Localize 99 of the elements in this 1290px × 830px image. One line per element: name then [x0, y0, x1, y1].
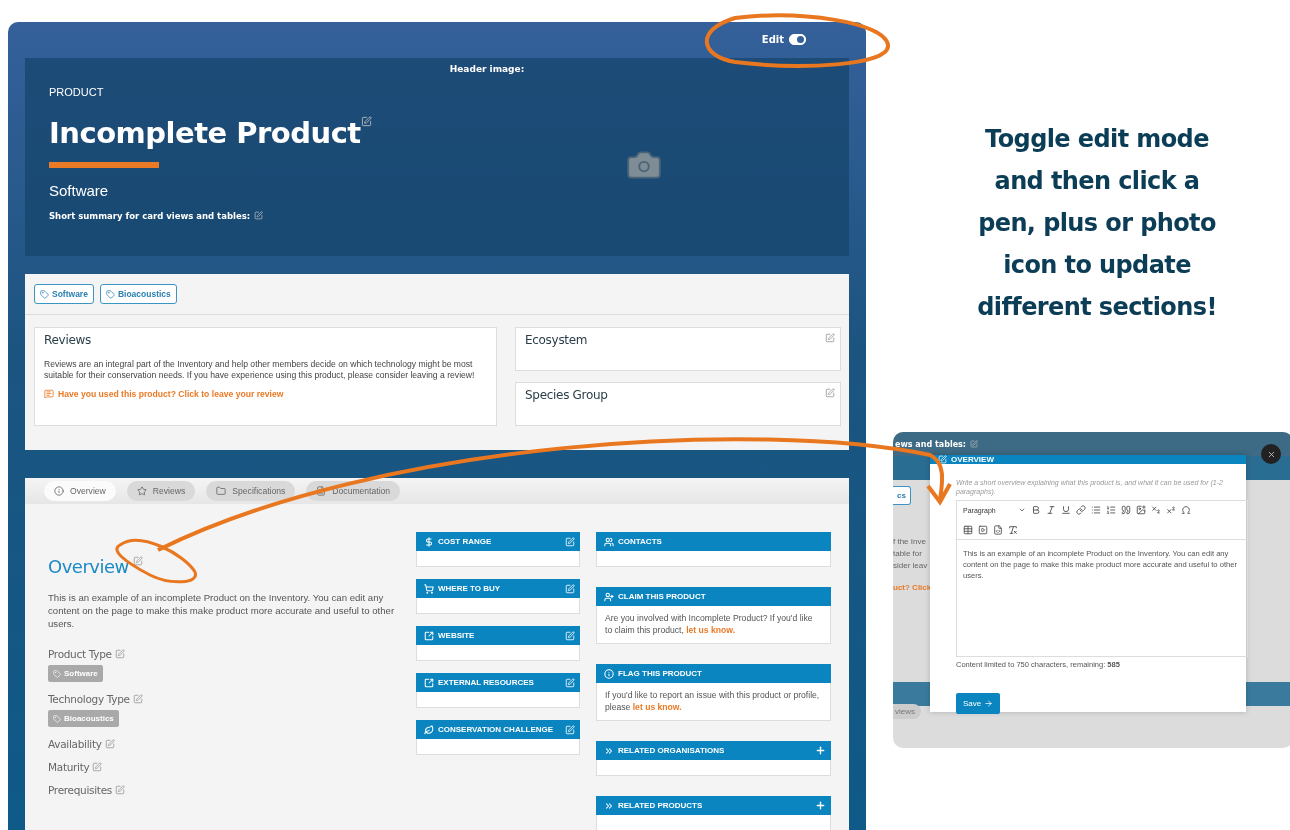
bold-icon[interactable]	[1030, 505, 1041, 515]
eyebrow-label: PRODUCT	[49, 85, 105, 98]
edit-icon[interactable]	[132, 694, 143, 704]
media-icon[interactable]	[978, 525, 988, 535]
card-title: Ecosystem	[525, 333, 588, 347]
field-label: Technology Type	[48, 693, 130, 705]
dialog-title: OVERVIEW	[951, 455, 994, 464]
widget-title: COST RANGE	[438, 537, 493, 546]
widget-title: CONSERVATION CHALLENGE	[438, 725, 555, 734]
arrow-right-icon	[984, 699, 994, 708]
edit-icon[interactable]	[115, 785, 125, 795]
tag-icon	[105, 289, 115, 299]
panel-title: CONTACTS	[618, 537, 663, 546]
double-chevron-icon	[604, 745, 614, 756]
tag-icon	[53, 669, 61, 678]
tag-chip: Software	[48, 665, 103, 682]
contact-link[interactable]: let us know.	[686, 625, 736, 635]
underline-icon[interactable]	[1060, 505, 1071, 515]
leaf-icon	[424, 724, 434, 735]
double-chevron-icon	[604, 800, 614, 811]
field-label: Maturity	[48, 761, 90, 773]
numbered-list-icon[interactable]	[1105, 505, 1116, 515]
comment-icon	[44, 389, 54, 399]
summary-label: Short summary for card views and tables:	[49, 210, 251, 221]
edit-icon[interactable]	[132, 556, 143, 566]
tab[interactable]: Overview	[44, 481, 116, 501]
star-icon	[136, 486, 147, 496]
review-link[interactable]: Have you used this product? Click to leave your review	[44, 389, 487, 399]
edit-toggle[interactable]: Edit	[761, 34, 806, 46]
edit-icon[interactable]	[360, 115, 372, 127]
widget-title: WEBSITE	[438, 631, 476, 640]
text-fragment: f the Inve	[893, 537, 926, 547]
edit-icon[interactable]	[825, 388, 835, 398]
product-title: Incomplete Product	[49, 115, 361, 150]
field-label: Prerequisites	[48, 784, 112, 796]
image-icon[interactable]	[1135, 505, 1146, 515]
tag-chip: Bioacoustics	[48, 710, 119, 727]
tag-chip[interactable]: Software	[34, 284, 94, 304]
document-icon	[316, 486, 327, 496]
tab[interactable]: Specifications	[206, 481, 296, 501]
card-title: Species Group	[525, 388, 608, 402]
close-icon	[1266, 449, 1276, 459]
overview-heading: Overview	[48, 556, 129, 577]
external-link-icon	[424, 630, 434, 641]
edit-icon[interactable]	[254, 211, 264, 221]
link-icon[interactable]	[1075, 505, 1086, 515]
edit-icon[interactable]	[104, 739, 115, 749]
edit-icon[interactable]	[825, 333, 835, 343]
info-icon	[604, 668, 614, 679]
clear-format-icon[interactable]	[1008, 525, 1018, 535]
quote-icon[interactable]	[1120, 505, 1131, 515]
add-icon[interactable]	[815, 800, 826, 811]
text-fragment: sider leav	[893, 561, 928, 571]
panel-title: RELATED PRODUCTS	[618, 801, 704, 810]
italic-icon[interactable]	[1045, 505, 1056, 515]
panel-title: RELATED ORGANISATIONS	[618, 746, 726, 755]
tab-fragment: views	[893, 704, 921, 719]
tab[interactable]: Reviews	[126, 481, 196, 501]
widget-title: EXTERNAL RESOURCES	[438, 678, 535, 687]
card-title: Reviews	[44, 333, 91, 347]
panel-text: If you'd like to report an issue with this product or profile, please let us know.	[605, 689, 821, 713]
subscript-icon[interactable]	[1150, 505, 1161, 515]
field-label: Product Type	[48, 648, 112, 660]
add-icon[interactable]	[815, 745, 826, 756]
user-plus-icon	[604, 591, 614, 602]
product-subtitle: Software	[49, 181, 110, 199]
edit-icon[interactable]	[970, 440, 979, 448]
source-icon[interactable]	[993, 525, 1003, 535]
users-icon	[604, 536, 614, 547]
external-link-icon	[424, 677, 434, 688]
header-image-label: Header image:	[449, 63, 525, 74]
panel-title: FLAG THIS PRODUCT	[618, 669, 703, 678]
caret-icon	[1017, 506, 1026, 514]
link-fragment: uct? Click	[893, 583, 932, 592]
tag-icon	[40, 289, 49, 299]
bullet-list-icon[interactable]	[1090, 505, 1101, 515]
widget-title: WHERE TO BUY	[438, 584, 502, 593]
panel-title: CLAIM THIS PRODUCT	[618, 592, 707, 601]
overview-text: This is an example of an incomplete Product on the Inventory. You can edit any content on the page to make this make product more accurate and useful to other users.	[48, 591, 396, 630]
save-button[interactable]: Save	[956, 693, 1001, 714]
tag-chip: cs	[893, 486, 911, 505]
tag-chip[interactable]: Bioacoustics	[99, 284, 177, 304]
panel-text: Are you involved with Incomplete Product? If you'd like to claim this product, let us know.	[605, 612, 814, 636]
summary-label: ews and tables:	[895, 439, 967, 449]
dollar-icon	[424, 536, 434, 547]
text-fragment: table for	[893, 549, 922, 559]
superscript-icon[interactable]	[1165, 505, 1176, 515]
edit-icon[interactable]	[92, 762, 103, 772]
edit-icon[interactable]	[114, 649, 125, 659]
tag-icon	[53, 714, 61, 723]
instruction-text: Toggle edit mode and then click a pen, plus or photo icon to update different sections!	[976, 124, 1218, 323]
reviews-text: Reviews are an integral part of the Inventory and help other members decide on which technology might be most suitable for their conservation needs. If you have experience using this product, please consider leaving a review!	[44, 359, 476, 381]
contact-link[interactable]: let us know.	[632, 702, 682, 712]
field-label: Availability	[48, 738, 102, 750]
folder-icon	[216, 486, 227, 496]
omega-icon[interactable]	[1180, 505, 1191, 515]
cart-icon	[424, 583, 434, 594]
info-icon	[54, 486, 64, 496]
table-icon[interactable]	[963, 525, 973, 535]
